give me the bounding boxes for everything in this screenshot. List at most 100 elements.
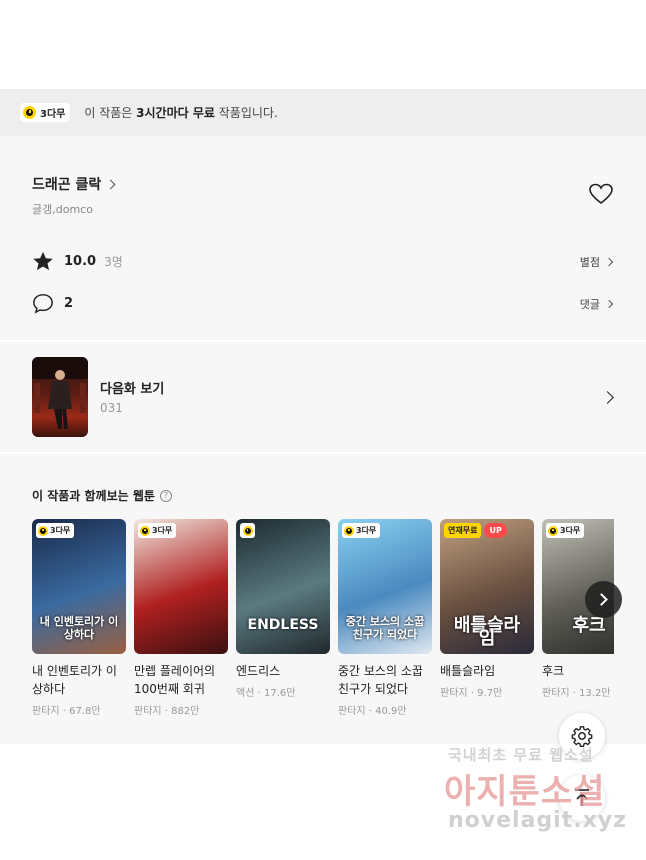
work-authors: 글갱,domco [32,203,93,216]
chevron-right-icon [601,391,614,404]
clock-icon [242,525,253,536]
rating-count: 3명 [104,255,123,269]
meta-separator: · [467,688,478,699]
serial-free-badge: 연재무료 [444,523,482,538]
watermark: 국내최초 무료 웹소설 아지툰소설 novelagit.xyz [440,740,640,840]
clock-icon [140,525,150,536]
webtoon-meta: 판타지 · 40.9만 [338,702,432,717]
meta-separator: · [569,688,580,699]
webtoon-card[interactable]: 3다무만렙 플레이어의 100번째 회귀판타지 · 882만 [134,519,228,717]
rate-link[interactable]: 별점 [579,254,614,270]
three-hour-free-badge: 3다무 [138,523,177,538]
work-title-link[interactable]: 드래곤 클락 [32,174,116,194]
webtoon-views: 67.8만 [69,706,101,717]
webtoon-cover: 3다무중간 보스의 소꿉친구가 되었다 [338,519,432,654]
chevron-right-icon [595,593,608,606]
notice-suffix: 작품입니다. [214,106,278,120]
cover-title-art: 후크 [572,615,606,636]
cover-title-art: 내 인벤토리가 이상하다 [39,615,119,641]
up-badge: UP [484,523,507,538]
notice-prefix: 이 작품은 [84,106,137,120]
webtoon-meta: 판타지 · 67.8만 [32,702,126,717]
carousel-next-button[interactable] [585,581,622,618]
webtoon-card[interactable]: 3다무 중간 보스의 소꿉친구가 되었다 중간 보스의 소꿉친구가 되었다 판타지 ·… [338,519,432,717]
gear-icon [571,726,593,747]
badge-label: 3다무 [356,526,377,535]
arrow-up-icon [575,789,589,806]
webtoon-meta: 판타지 · 882만 [134,702,228,717]
webtoon-genre: 판타지 [338,706,366,717]
webtoon-card[interactable]: 3다무 내 인벤토리가 이상하다 내 인벤토리가 이상하다 판타지 · 67.8만 [32,519,126,717]
three-hour-free-badge: 3다무 [20,103,71,122]
work-info-panel: 드래곤 클락 글갱,domco 10.0 3명 별점 2 댓글 [0,136,646,340]
webtoon-card[interactable]: ENDLESS 엔드리스액션 · 17.6만 [236,519,330,699]
heart-icon[interactable] [589,183,613,209]
badge-group: 3다무 [36,523,75,538]
recommend-title: 이 작품과 함께보는 웹툰 ? [32,487,172,504]
clock-icon [548,525,558,536]
next-episode-thumbnail [32,357,88,437]
recommend-carousel: 3다무 내 인벤토리가 이상하다 내 인벤토리가 이상하다 판타지 · 67.8만 3다… [32,519,614,729]
three-hour-free-badge: 3다무 [546,523,585,538]
comment-count: 2 [64,296,74,311]
rate-link-label: 별점 [579,256,600,269]
badge-group: 3다무 [138,523,177,538]
webtoon-title: 중간 보스의 소꿉친구가 되었다 [338,664,423,696]
notice-text: 이 작품은 3시간마다 무료 작품입니다. [84,104,277,121]
next-episode-row[interactable]: 다음화 보기 031 [0,342,646,452]
webtoon-genre: 판타지 [440,688,468,699]
webtoon-cover: 3다무 [134,519,228,654]
webtoon-views: 882만 [171,706,200,717]
cover-title-art: 중간 보스의 소꿉친구가 되었다 [345,615,425,641]
webtoon-genre: 판타지 [32,706,60,717]
clock-badge [240,523,255,538]
webtoon-genre: 액션 [236,688,255,699]
recommend-section: 이 작품과 함께보는 웹툰 ? 3다무 내 인벤토리가 이상하다 내 인벤토리가 이… [0,454,646,744]
settings-button[interactable] [559,713,605,759]
work-title: 드래곤 클락 [32,177,102,193]
badge-group: 3다무 [546,523,585,538]
rating-value: 10.0 [64,254,97,269]
meta-separator: · [59,706,70,717]
badge-label: 3다무 [560,526,581,535]
comment-link[interactable]: 댓글 [579,296,614,312]
clock-icon [344,525,354,536]
webtoon-genre: 판타지 [134,706,162,717]
webtoon-cover: ENDLESS [236,519,330,654]
recommend-title-text: 이 작품과 함께보는 웹툰 [32,489,155,503]
help-icon[interactable]: ? [159,489,172,502]
rating-row: 10.0 3명 [32,251,123,272]
clock-icon [23,106,36,119]
badge-label: 3다무 [152,526,173,535]
star-icon [33,251,53,271]
badge-group: 연재무료 UP [444,523,507,538]
chevron-right-icon [604,299,614,309]
three-hour-free-badge: 3다무 [36,523,75,538]
scroll-top-button[interactable] [559,775,605,821]
meta-separator: · [254,688,264,699]
webtoon-card[interactable]: 연재무료 UP 배틀슬라임배틀슬라임판타지 · 9.7만 [440,519,534,699]
chevron-right-icon [604,257,614,267]
cover-title-art: ENDLESS [247,617,319,633]
chevron-right-icon [105,179,116,189]
badge-label: 3다무 [50,526,71,535]
comment-link-label: 댓글 [579,298,600,311]
three-hour-free-badge: 3다무 [342,523,381,538]
webtoon-cover: 3다무내 인벤토리가 이상하다 [32,519,126,654]
clock-icon [38,525,48,536]
notice-bold: 3시간마다 무료 [136,106,215,120]
comment-icon [33,294,53,314]
webtoon-views: 40.9만 [375,706,407,717]
webtoon-cover: 연재무료 UP 배틀슬라임 [440,519,534,654]
webtoon-meta: 판타지 · 13.2만 [542,684,614,699]
webtoon-title: 만렙 플레이어의 100번째 회귀 [134,664,216,696]
webtoon-title: 내 인벤토리가 이상하다 [32,664,117,696]
webtoon-title: 배틀슬라임 [440,664,496,678]
webtoon-views: 13.2만 [579,688,611,699]
badge-group [240,523,255,538]
webtoon-meta: 판타지 · 9.7만 [440,684,534,699]
webtoon-title: 엔드리스 [236,664,281,678]
free-notice-bar: 3다무 이 작품은 3시간마다 무료 작품입니다. [0,89,646,136]
webtoon-views: 17.6만 [263,688,296,699]
webtoon-views: 9.7만 [477,688,503,699]
